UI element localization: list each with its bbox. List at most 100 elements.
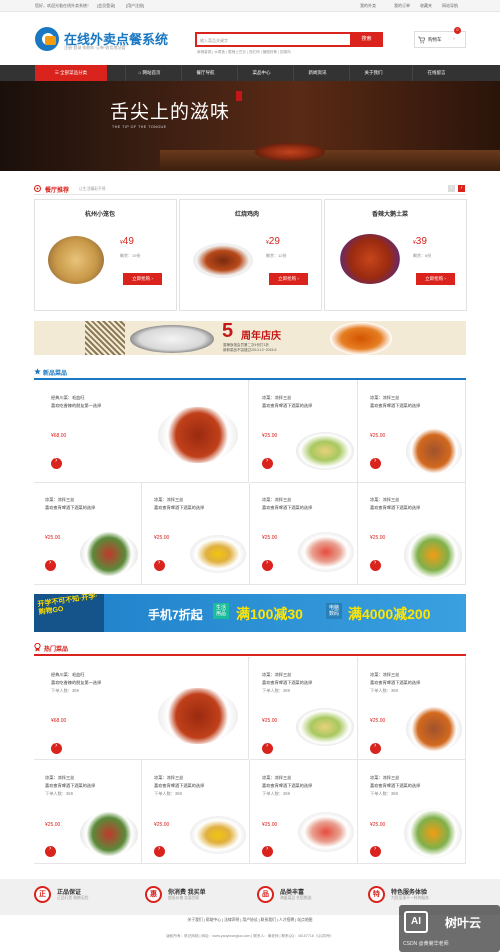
dish-name[interactable]: 凉菜：凉拌三丝 [154, 775, 183, 781]
dish-desc: 喜欢吃香辣的朋友第一选择 [51, 403, 102, 408]
dish-name[interactable]: 凉菜：凉拌三丝 [154, 497, 183, 503]
variety-icon: 品 [257, 886, 274, 903]
buy-now-button[interactable]: 立即抢购 › [416, 273, 455, 285]
dish-name[interactable]: 凉菜：凉拌三丝 [262, 672, 291, 678]
add-to-cart-button[interactable] [45, 559, 56, 571]
next-arrow-button[interactable]: › [458, 185, 465, 192]
dish-name[interactable]: 凉菜：凉拌三丝 [370, 497, 399, 503]
dish-name[interactable]: 凉菜：凉拌三丝 [370, 395, 399, 401]
topbar-link-my-orders[interactable]: 我的订单 [394, 3, 410, 9]
nav-item-dishes[interactable]: 菜品中心 [237, 65, 285, 81]
all-categories-button[interactable]: ☰ 全部菜品分类 [35, 65, 107, 81]
feature-title: 正品保证 [57, 890, 82, 896]
dish-image[interactable] [298, 812, 354, 852]
flame-icon [34, 185, 41, 192]
anniversary-line2: 新鲜菜品不容错过2013.12~2015.6 [223, 348, 277, 352]
dish-image[interactable] [190, 535, 246, 573]
cart-icon [418, 36, 425, 44]
topbar-link-favorites[interactable]: 收藏夹 [420, 3, 432, 9]
topbar-link-my-takeout[interactable]: 我的外卖 [360, 3, 376, 9]
dish-name[interactable]: 凉菜：凉拌三丝 [262, 395, 291, 401]
dish-image[interactable] [80, 812, 138, 856]
anniversary-title: 周年店庆 [241, 331, 281, 342]
card-price: ¥49 [120, 236, 134, 247]
dish-price: ¥25.00 [262, 433, 278, 439]
dish-desc: 喜欢夜宵啤酒下酒菜的选择 [45, 783, 96, 788]
buy-now-button[interactable]: 立即抢购 › [123, 273, 162, 285]
order-count: 下单人数：369 [154, 791, 182, 796]
dish-name[interactable]: 凉菜：凉拌三丝 [45, 497, 74, 503]
dish-name[interactable]: 经典川菜：毛血旺 [51, 672, 85, 678]
add-to-cart-button[interactable] [370, 457, 381, 469]
nav-item-news[interactable]: 新闻资讯 [293, 65, 341, 81]
banner-dish-image [255, 143, 325, 161]
card-name[interactable]: 杭州小笼包 [85, 209, 115, 218]
dish-name[interactable]: 凉菜：凉拌三丝 [370, 672, 399, 678]
logo-icon[interactable] [35, 27, 59, 51]
dish-price: ¥25.00 [370, 535, 386, 541]
greeting-text: 您好，欢迎光临在线外卖系统！ [35, 3, 91, 8]
dish-image[interactable] [404, 530, 462, 580]
nav-item-restaurants[interactable]: 餐厅导航 [181, 65, 229, 81]
login-link[interactable]: [会员登录] [97, 3, 115, 9]
dish-image[interactable] [80, 532, 138, 576]
card-name[interactable]: 香辣大鹅土菜 [372, 209, 408, 218]
hot-search-words[interactable]: 麻辣香锅 | 水煮鱼 | 酸辣土豆丝 | 西红柿 | 糖醋排骨 | 回锅肉 [197, 50, 291, 55]
dish-image[interactable] [158, 407, 238, 463]
add-to-cart-button[interactable] [262, 559, 273, 571]
dish-image[interactable] [340, 234, 400, 284]
seal-icon [236, 91, 242, 101]
buy-now-button[interactable]: 立即抢购 › [269, 273, 308, 285]
dish-image[interactable] [296, 432, 354, 470]
add-to-cart-button[interactable] [51, 457, 62, 469]
dish-image[interactable] [48, 236, 104, 284]
dish-price: ¥25.00 [262, 535, 278, 541]
dish-image[interactable] [406, 706, 462, 752]
add-to-cart-button[interactable] [51, 742, 62, 754]
dish-desc: 喜欢夜宵啤酒下酒菜的选择 [262, 505, 313, 510]
dish-price: ¥25.00 [154, 535, 170, 541]
feature-title: 品类丰富 [280, 890, 305, 896]
dish-image[interactable] [404, 808, 462, 858]
dish-image[interactable] [296, 708, 354, 746]
dish-image[interactable] [406, 428, 462, 474]
add-to-cart-button[interactable] [262, 457, 273, 469]
order-count: 下单人数：369 [370, 688, 398, 693]
add-to-cart-button[interactable] [370, 845, 381, 857]
dish-name[interactable]: 凉菜：凉拌三丝 [262, 775, 291, 781]
dish-image[interactable] [298, 532, 354, 572]
dish-price: ¥25.00 [45, 535, 61, 541]
chevron-right-icon: › [453, 36, 455, 42]
dish-desc: 喜欢夜宵啤酒下酒菜的选择 [370, 783, 421, 788]
topbar-link-site-nav[interactable]: 网站导航 [442, 3, 458, 9]
add-to-cart-button[interactable] [45, 845, 56, 857]
dish-name[interactable]: 凉菜：凉拌三丝 [370, 775, 399, 781]
card-name[interactable]: 红烧鸡肉 [235, 209, 259, 218]
register-link[interactable]: [用户注册] [126, 3, 144, 9]
search-input[interactable]: 输入菜品关键字 [195, 32, 350, 47]
dish-image[interactable] [193, 243, 253, 278]
dish-image[interactable] [158, 688, 238, 744]
dish-image[interactable] [190, 816, 246, 854]
dish-desc: 喜欢夜宵啤酒下酒菜的选择 [262, 783, 313, 788]
dish-price: ¥25.00 [45, 822, 61, 828]
dish-name[interactable]: 凉菜：凉拌三丝 [262, 497, 291, 503]
nav-item-about[interactable]: 关于我们 [349, 65, 397, 81]
add-to-cart-button[interactable] [154, 559, 165, 571]
card-price: ¥39 [413, 236, 427, 247]
add-to-cart-button[interactable] [154, 845, 165, 857]
add-to-cart-button[interactable] [262, 845, 273, 857]
feature-title: 特色服务体验 [391, 890, 428, 896]
nav-item-home[interactable]: ⌂ 网站首页 [125, 65, 173, 81]
add-to-cart-button[interactable] [370, 742, 381, 754]
dish-name[interactable]: 凉菜：凉拌三丝 [45, 775, 74, 781]
top-bar: 您好，欢迎光临在线外卖系统！ [会员登录] [用户注册] 我的外卖 我的订单 收… [0, 0, 500, 12]
feature-sub: 正品行货 购物无忧 [57, 896, 89, 900]
nav-item-guestbook[interactable]: 在线留言 [412, 65, 460, 81]
dish-name[interactable]: 经典川菜：毛血旺 [51, 395, 85, 401]
prev-arrow-button[interactable]: ‹ [448, 185, 455, 192]
add-to-cart-button[interactable] [262, 742, 273, 754]
add-to-cart-button[interactable] [370, 559, 381, 571]
search-button[interactable]: 搜索 [350, 32, 383, 47]
order-count: 下单人数：369 [262, 791, 290, 796]
